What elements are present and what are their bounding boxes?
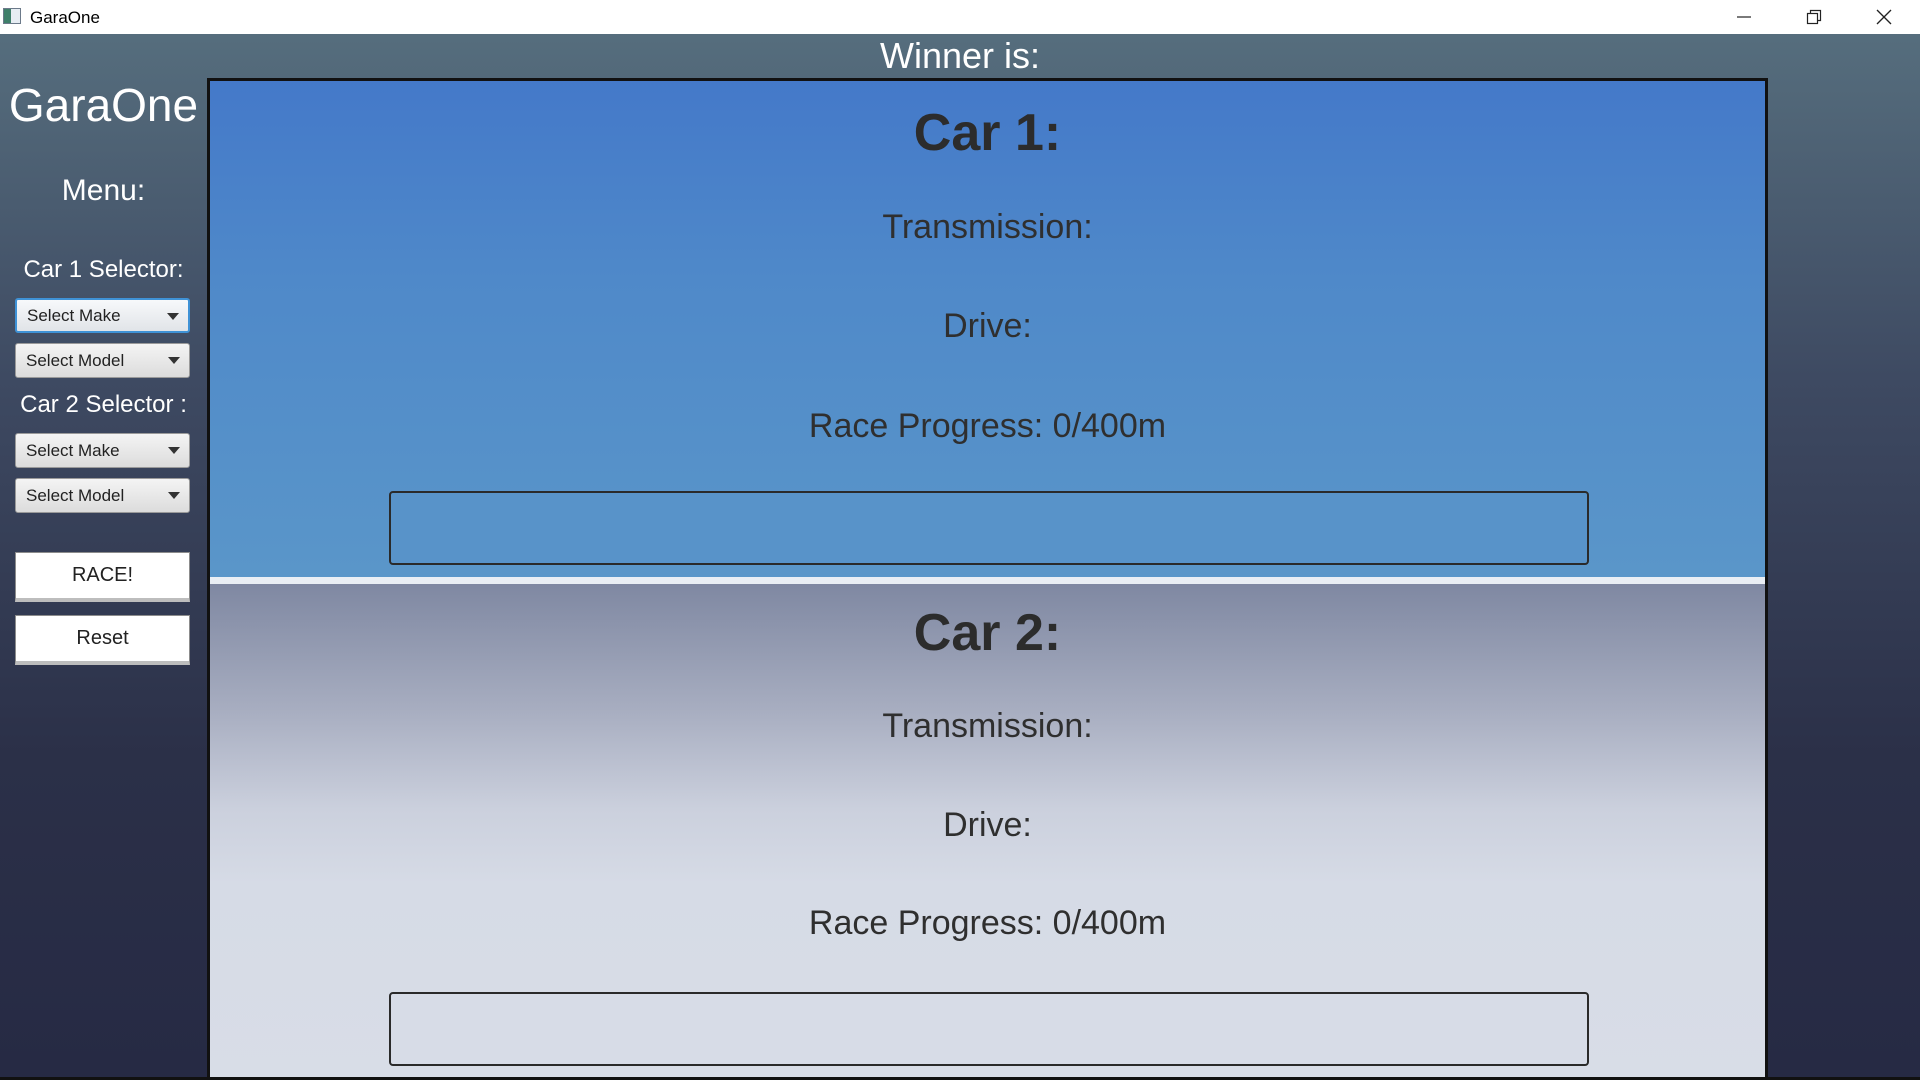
car1-model-select[interactable]: Select Model (15, 343, 190, 378)
car2-selector-label: Car 2 Selector : (20, 391, 187, 418)
panel-divider (210, 577, 1765, 584)
minimize-icon (1737, 16, 1751, 18)
close-button[interactable] (1849, 0, 1919, 34)
minimize-button[interactable] (1709, 0, 1779, 34)
sidebar: GaraOne Menu: Car 1 Selector: Select Mak… (0, 34, 207, 1080)
car2-transmission: Transmission: (882, 707, 1093, 745)
close-icon (1876, 9, 1892, 25)
chevron-down-icon (168, 357, 180, 364)
chevron-down-icon (167, 313, 179, 320)
car1-progress-bar (389, 491, 1589, 565)
window-title-bar: GaraOne (0, 0, 1920, 34)
chevron-down-icon (168, 492, 180, 499)
car1-make-select[interactable]: Select Make (15, 298, 190, 333)
car2-make-value: Select Make (26, 440, 120, 460)
car2-panel: Car 2: Transmission: Drive: Race Progres… (210, 584, 1765, 1080)
race-panel: Car 1: Transmission: Drive: Race Progres… (207, 78, 1768, 1080)
restore-button[interactable] (1779, 0, 1849, 34)
car1-panel: Car 1: Transmission: Drive: Race Progres… (210, 81, 1765, 577)
car2-drive: Drive: (943, 806, 1032, 844)
race-button[interactable]: RACE! (15, 552, 190, 602)
car2-progress-bar (389, 992, 1589, 1066)
car1-make-value: Select Make (27, 305, 121, 325)
car1-title: Car 1: (913, 104, 1062, 162)
car1-model-value: Select Model (26, 350, 125, 370)
app-title: GaraOne (8, 79, 199, 131)
car2-title: Car 2: (913, 604, 1062, 662)
car2-make-select[interactable]: Select Make (15, 433, 190, 468)
winner-label: Winner is: (879, 35, 1041, 76)
car2-race-progress-text: Race Progress: 0/400m (808, 904, 1167, 942)
chevron-down-icon (168, 447, 180, 454)
window-title: GaraOne (30, 8, 100, 27)
car1-drive: Drive: (943, 307, 1032, 345)
restore-icon (1806, 9, 1822, 25)
car1-transmission: Transmission: (882, 208, 1093, 246)
car2-model-select[interactable]: Select Model (15, 478, 190, 513)
menu-label: Menu: (61, 174, 146, 207)
car1-race-progress-text: Race Progress: 0/400m (808, 407, 1167, 445)
car2-model-value: Select Model (26, 485, 125, 505)
car1-selector-label: Car 1 Selector: (23, 256, 184, 283)
reset-button[interactable]: Reset (15, 615, 190, 665)
app-icon (3, 8, 21, 24)
